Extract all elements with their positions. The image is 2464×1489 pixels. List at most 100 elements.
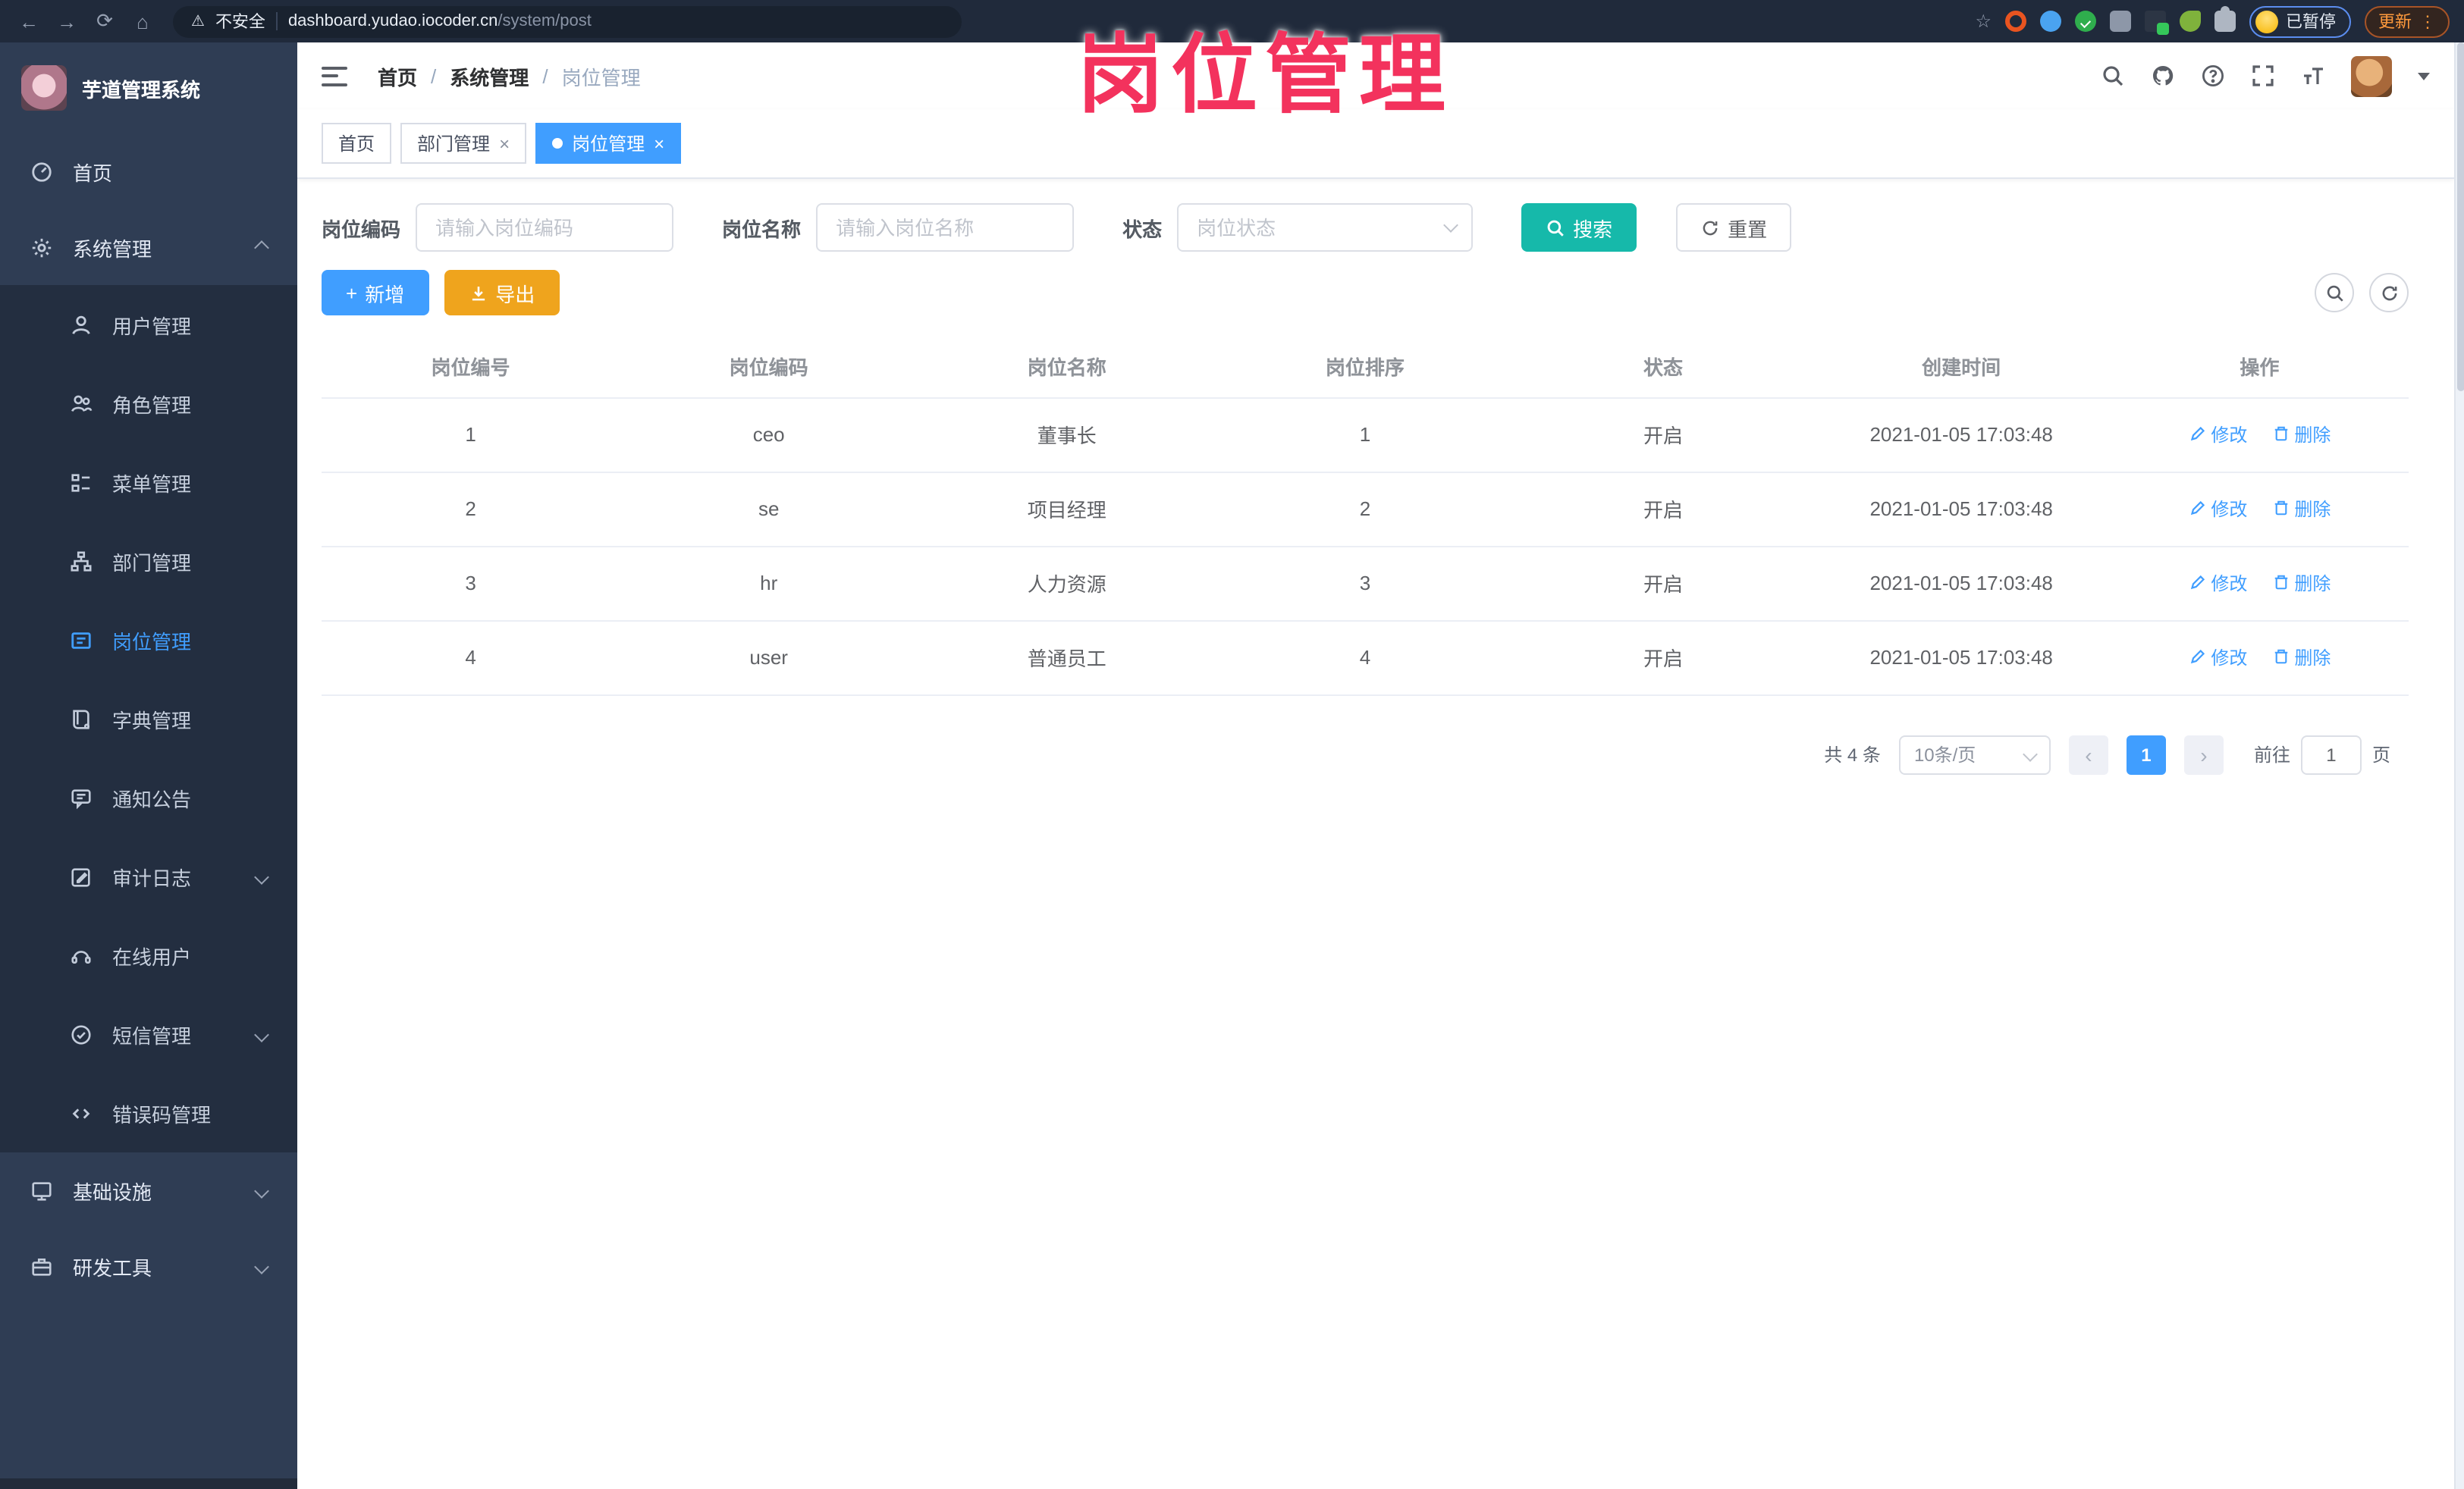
edit-link[interactable]: 修改	[2188, 422, 2247, 447]
scrollbar-thumb[interactable]	[2457, 42, 2464, 391]
cell-post-sort: 1	[1216, 397, 1514, 472]
sidebar-item-role-management[interactable]: 角色管理	[0, 364, 297, 443]
sidebar-item-menu-management[interactable]: 菜单管理	[0, 443, 297, 522]
sidebar-item-online-users[interactable]: 在线用户	[0, 916, 297, 995]
extension-icon[interactable]	[2005, 11, 2026, 32]
extension-icon[interactable]	[2180, 11, 2201, 32]
page-number-1[interactable]: 1	[2126, 735, 2166, 774]
add-button[interactable]: + 新增	[322, 270, 429, 315]
edit-link[interactable]: 修改	[2188, 570, 2247, 596]
code-icon	[70, 1102, 93, 1124]
delete-link[interactable]: 删除	[2271, 644, 2331, 670]
sidebar-item-dict-management[interactable]: 字典管理	[0, 679, 297, 758]
search-button[interactable]: 搜索	[1521, 203, 1637, 252]
col-header-created: 创建时间	[1812, 337, 2111, 398]
extensions-puzzle-icon[interactable]	[2214, 6, 2236, 32]
sidebar-item-label: 在线用户	[112, 945, 192, 968]
table-tools	[2315, 273, 2409, 312]
emoji-avatar-icon	[2255, 10, 2278, 33]
post-name-label: 岗位名称	[722, 218, 802, 240]
export-button[interactable]: 导出	[444, 270, 560, 315]
font-size-icon[interactable]	[2301, 64, 2325, 88]
sidebar-item-dept-management[interactable]: 部门管理	[0, 522, 297, 600]
status-select-input[interactable]	[1177, 203, 1474, 252]
sidebar-item-label: 错误码管理	[112, 1103, 212, 1126]
breadcrumb-home[interactable]: 首页	[378, 61, 417, 90]
browser-home-icon[interactable]: ⌂	[129, 6, 156, 36]
chevron-up-icon	[254, 240, 269, 255]
status-select[interactable]	[1177, 203, 1474, 252]
avatar-caret-icon[interactable]	[2418, 72, 2430, 80]
next-page-button[interactable]: ›	[2183, 735, 2224, 774]
pencil-icon	[2190, 501, 2205, 516]
browser-update-button[interactable]: 更新 ⋮	[2365, 5, 2450, 37]
tab-dept-management[interactable]: 部门管理 ×	[400, 123, 527, 164]
browser-forward-icon[interactable]: →	[53, 6, 80, 36]
sidebar-item-notice[interactable]: 通知公告	[0, 758, 297, 837]
header-search-icon[interactable]	[2101, 64, 2125, 88]
sidebar-item-post-management[interactable]: 岗位管理	[0, 600, 297, 679]
briefcase-icon	[30, 1255, 53, 1277]
browser-reload-icon[interactable]: ⟳	[91, 6, 118, 36]
toggle-search-button[interactable]	[2315, 273, 2354, 312]
close-icon[interactable]: ×	[654, 134, 664, 152]
post-code-input[interactable]	[416, 203, 674, 252]
prev-page-button[interactable]: ‹	[2068, 735, 2108, 774]
cell-post-code: se	[620, 472, 918, 547]
extension-icon[interactable]	[2110, 11, 2131, 32]
extension-icon[interactable]	[2075, 11, 2096, 32]
breadcrumb-system[interactable]: 系统管理	[450, 61, 529, 90]
edit-link[interactable]: 修改	[2188, 644, 2247, 670]
goto-page-input[interactable]	[2300, 735, 2362, 774]
bookmark-star-icon[interactable]: ☆	[1975, 11, 1992, 32]
main-area: 首页 / 系统管理 / 岗位管理 首页 部门管理 × 岗位管理 × 岗位编码 请…	[297, 42, 2454, 1489]
tab-label: 岗位管理	[572, 133, 645, 155]
close-icon[interactable]: ×	[499, 134, 510, 152]
post-name-input[interactable]	[816, 203, 1075, 252]
page-size-value: 10条/页	[1913, 744, 1976, 766]
sidebar-toggle-icon[interactable]	[322, 66, 347, 86]
edit-link[interactable]: 修改	[2188, 496, 2247, 522]
sidebar-item-error-code[interactable]: 错误码管理	[0, 1074, 297, 1152]
browser-menu-dots-icon[interactable]: ⋮	[2419, 11, 2436, 31]
pencil-icon	[2190, 650, 2205, 664]
delete-link[interactable]: 删除	[2271, 570, 2331, 596]
navbar-right-icons	[2101, 55, 2430, 96]
sidebar-item-audit-log[interactable]: 审计日志	[0, 837, 297, 916]
profile-paused-chip[interactable]: 已暂停	[2249, 5, 2351, 37]
table-row: 3 hr 人力资源 3 开启 2021-01-05 17:03:48 修改 删除	[322, 546, 2409, 621]
breadcrumb-current: 岗位管理	[561, 66, 641, 89]
security-label: 不安全	[215, 14, 265, 32]
url-path: /system/post	[498, 12, 592, 30]
tab-post-management[interactable]: 岗位管理 ×	[535, 123, 682, 164]
cell-post-sort: 3	[1216, 546, 1514, 621]
sidebar-item-system-management[interactable]: 系统管理	[0, 209, 297, 285]
sidebar-item-sms-management[interactable]: 短信管理	[0, 995, 297, 1074]
github-icon[interactable]	[2151, 64, 2175, 88]
tab-home[interactable]: 首页	[322, 123, 392, 164]
sidebar-item-user-management[interactable]: 用户管理	[0, 285, 297, 364]
delete-link[interactable]: 删除	[2271, 422, 2331, 447]
sidebar-item-infrastructure[interactable]: 基础设施	[0, 1152, 297, 1228]
sidebar-item-label: 首页	[73, 161, 113, 184]
fullscreen-icon[interactable]	[2251, 64, 2275, 88]
delete-link-label: 删除	[2294, 498, 2331, 520]
window-scrollbar[interactable]	[2454, 42, 2464, 1489]
extension-icon[interactable]	[2145, 11, 2169, 35]
sidebar-item-home[interactable]: 首页	[0, 133, 297, 209]
reset-button[interactable]: 重置	[1676, 203, 1792, 252]
chevron-down-icon	[254, 1259, 269, 1274]
cell-status: 开启	[1514, 472, 1813, 547]
table-header-row: 岗位编号 岗位编码 岗位名称 岗位排序 状态 创建时间 操作	[322, 337, 2409, 398]
cell-created: 2021-01-05 17:03:48	[1812, 472, 2111, 547]
extension-icon[interactable]	[2040, 11, 2061, 32]
help-icon[interactable]	[2201, 64, 2225, 88]
page-size-select[interactable]: 10条/页	[1898, 735, 2051, 774]
user-avatar[interactable]	[2351, 55, 2392, 96]
refresh-table-button[interactable]	[2369, 273, 2409, 312]
delete-link[interactable]: 删除	[2271, 496, 2331, 522]
browser-back-icon[interactable]: ←	[15, 6, 42, 36]
address-bar[interactable]: ⚠ 不安全 dashboard.yudao.iocoder.cn/system/…	[173, 5, 962, 37]
sidebar-item-dev-tools[interactable]: 研发工具	[0, 1228, 297, 1304]
peoples-icon	[70, 392, 93, 415]
